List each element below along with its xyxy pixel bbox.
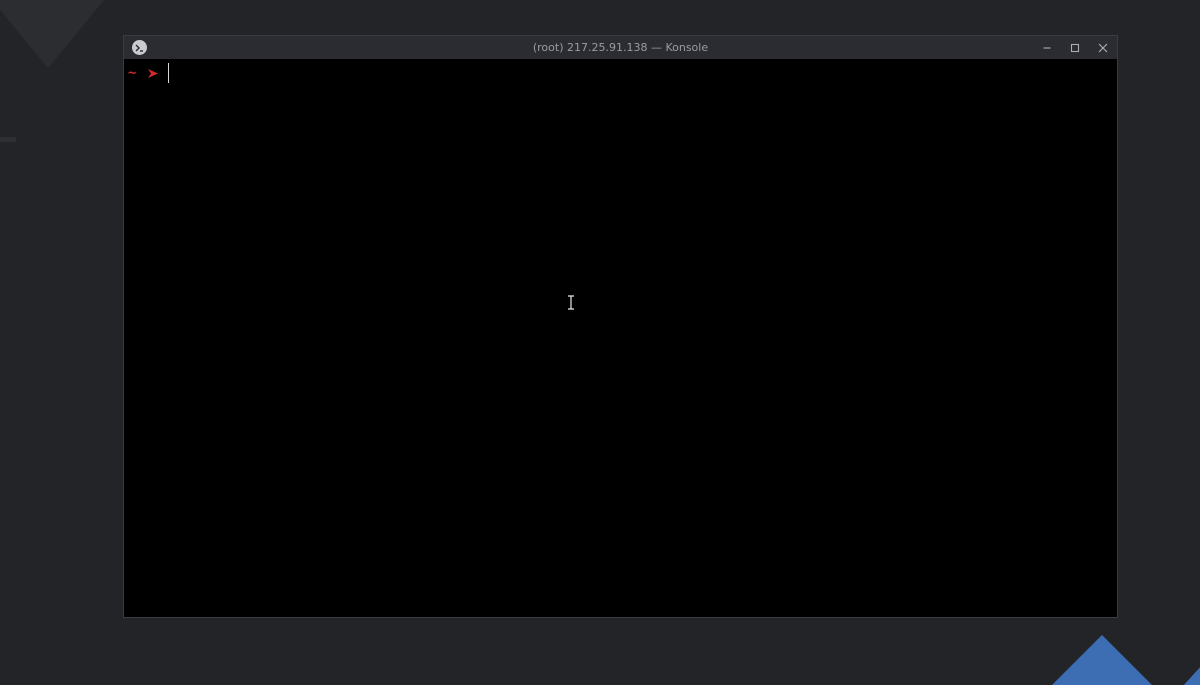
minimize-button[interactable]: [1038, 39, 1056, 56]
wallpaper-shape: [1050, 635, 1154, 685]
prompt-directory: ~: [128, 65, 137, 81]
window-title: (root) 217.25.91.138 — Konsole: [532, 41, 709, 54]
wallpaper-shape: [0, 137, 16, 142]
wallpaper-shape: [0, 0, 104, 68]
desktop: (root) 217.25.91.138 — Konsole ~: [0, 0, 1200, 685]
prompt-line: ~: [128, 62, 170, 84]
text-cursor: [168, 63, 170, 83]
window-titlebar[interactable]: (root) 217.25.91.138 — Konsole: [124, 36, 1117, 59]
wallpaper-shape: [1182, 665, 1200, 685]
mouse-ibeam-cursor-icon: [567, 294, 575, 314]
maximize-icon: [1070, 43, 1080, 52]
maximize-button[interactable]: [1066, 39, 1084, 56]
konsole-window: (root) 217.25.91.138 — Konsole ~: [123, 35, 1118, 618]
close-button[interactable]: [1094, 39, 1112, 56]
terminal-area[interactable]: ~: [126, 59, 1115, 616]
arrow-right-icon: [148, 68, 159, 78]
close-icon: [1098, 43, 1108, 52]
minimize-icon: [1043, 46, 1051, 49]
